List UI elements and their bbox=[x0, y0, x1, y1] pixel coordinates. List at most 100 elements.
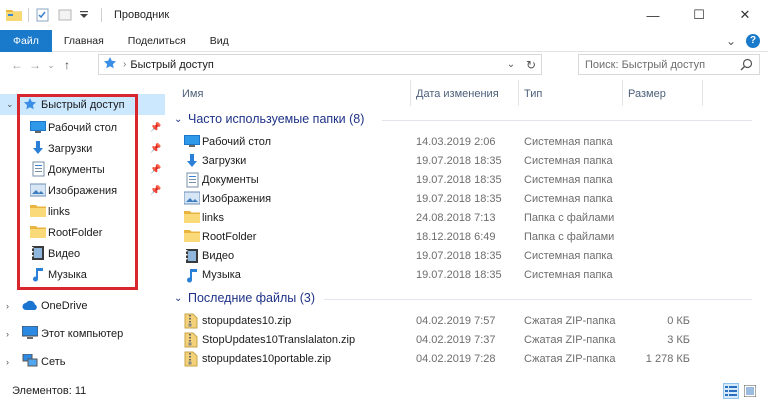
sidebar-item-label: Этот компьютер bbox=[41, 327, 124, 340]
breadcrumb-quick-access[interactable]: Быстрый доступ bbox=[130, 59, 214, 71]
list-item[interactable]: stopupdates10.zip 04.02.2019 7:57 Сжатая… bbox=[172, 312, 762, 331]
group-title: Часто используемые папки (8) bbox=[188, 112, 365, 126]
column-divider[interactable] bbox=[702, 80, 703, 106]
list-item[interactable]: Видео 19.07.2018 18:35 Системная папка bbox=[172, 247, 762, 266]
collapse-arrow-icon[interactable]: ⌄ bbox=[6, 99, 14, 110]
refresh-icon[interactable]: ↻ bbox=[521, 58, 541, 72]
sidebar-item-quick-access[interactable]: ⌄ Быстрый доступ bbox=[0, 94, 165, 115]
download-icon bbox=[184, 153, 200, 169]
pictures-icon bbox=[183, 191, 201, 207]
tab-view[interactable]: Вид bbox=[198, 30, 241, 52]
music-icon bbox=[184, 267, 200, 283]
file-name: Видео bbox=[202, 250, 235, 262]
list-item[interactable]: Документы 19.07.2018 18:35 Системная пап… bbox=[172, 171, 762, 190]
list-item[interactable]: Загрузки 19.07.2018 18:35 Системная папк… bbox=[172, 152, 762, 171]
music-icon bbox=[30, 266, 46, 282]
minimize-button[interactable]: — bbox=[630, 0, 676, 30]
zip-icon bbox=[184, 351, 200, 367]
column-name[interactable]: Имя bbox=[182, 82, 203, 106]
list-item[interactable]: Музыка 19.07.2018 18:35 Системная папка bbox=[172, 266, 762, 285]
pin-icon[interactable]: 📌 bbox=[150, 122, 161, 133]
list-item[interactable]: StopUpdates10Translalaton.zip 04.02.2019… bbox=[172, 331, 762, 350]
file-name: stopupdates10.zip bbox=[202, 315, 292, 327]
pin-icon[interactable]: 📌 bbox=[150, 185, 161, 196]
list-item[interactable]: Рабочий стол 14.03.2019 2:06 Системная п… bbox=[172, 133, 762, 152]
toolbar-divider bbox=[28, 8, 29, 22]
list-item[interactable]: stopupdates10portable.zip 04.02.2019 7:2… bbox=[172, 350, 762, 369]
details-view-icon[interactable] bbox=[723, 383, 739, 399]
sidebar-item-documents[interactable]: Документы 📌 bbox=[0, 159, 165, 180]
recent-locations-button[interactable]: ⌄ bbox=[44, 54, 58, 76]
file-type: Системная папка bbox=[524, 193, 613, 205]
file-date: 19.07.2018 18:35 bbox=[416, 155, 502, 167]
desktop-icon bbox=[184, 134, 200, 150]
new-folder-icon[interactable] bbox=[57, 8, 73, 22]
list-item[interactable]: RootFolder 18.12.2018 6:49 Папка с файла… bbox=[172, 228, 762, 247]
ribbon-tabs: Файл Главная Поделиться Вид ⌄ ? bbox=[0, 29, 768, 52]
column-type[interactable]: Тип bbox=[524, 82, 542, 106]
pin-icon[interactable]: 📌 bbox=[150, 143, 161, 154]
customize-toolbar-icon[interactable] bbox=[79, 8, 95, 22]
address-dropdown-icon[interactable]: ⌄ bbox=[501, 59, 521, 70]
column-divider[interactable] bbox=[518, 80, 519, 106]
column-divider[interactable] bbox=[410, 80, 411, 106]
group-header-recent[interactable]: ⌄ Последние файлы (3) bbox=[172, 289, 315, 307]
file-date: 24.08.2018 7:13 bbox=[416, 212, 496, 224]
list-item[interactable]: links 24.08.2018 7:13 Папка с файлами bbox=[172, 209, 762, 228]
help-icon[interactable]: ? bbox=[746, 34, 760, 48]
list-item[interactable]: Изображения 19.07.2018 18:35 Системная п… bbox=[172, 190, 762, 209]
group-header-frequent[interactable]: ⌄ Часто используемые папки (8) bbox=[172, 110, 364, 128]
pin-icon[interactable]: 📌 bbox=[150, 164, 161, 175]
tab-share[interactable]: Поделиться bbox=[116, 30, 198, 52]
view-switcher bbox=[723, 383, 758, 399]
column-divider[interactable] bbox=[622, 80, 623, 106]
address-bar[interactable]: › Быстрый доступ ⌄ ↻ bbox=[98, 54, 542, 75]
file-date: 14.03.2019 2:06 bbox=[416, 136, 496, 148]
sidebar-item-label: Видео bbox=[48, 247, 81, 260]
up-button[interactable]: ↑ bbox=[58, 54, 76, 76]
sidebar-item-this-pc[interactable]: › Этот компьютер bbox=[0, 323, 165, 344]
tab-home[interactable]: Главная bbox=[52, 30, 116, 52]
navigation-pane: ⌄ Быстрый доступ Рабочий стол 📌 Загрузки… bbox=[0, 90, 170, 380]
maximize-button[interactable]: ☐ bbox=[676, 0, 722, 30]
sidebar-item-links[interactable]: links bbox=[0, 201, 165, 222]
expand-ribbon-icon[interactable]: ⌄ bbox=[726, 34, 736, 48]
file-type: Сжатая ZIP-папка bbox=[524, 353, 616, 365]
sidebar-item-videos[interactable]: Видео bbox=[0, 243, 165, 264]
collapse-group-icon[interactable]: ⌄ bbox=[174, 114, 188, 125]
breadcrumb-chevron[interactable]: › bbox=[123, 59, 126, 70]
expand-arrow-icon[interactable]: › bbox=[6, 301, 9, 311]
file-name: Музыка bbox=[202, 269, 241, 281]
file-date: 04.02.2019 7:57 bbox=[416, 315, 496, 327]
expand-arrow-icon[interactable]: › bbox=[6, 329, 9, 339]
column-size[interactable]: Размер bbox=[628, 82, 666, 106]
sidebar-item-onedrive[interactable]: › OneDrive bbox=[0, 295, 165, 316]
sidebar-item-downloads[interactable]: Загрузки 📌 bbox=[0, 138, 165, 159]
download-icon bbox=[30, 140, 46, 156]
sidebar-item-music[interactable]: Музыка bbox=[0, 264, 165, 285]
large-icons-view-icon[interactable] bbox=[742, 383, 758, 399]
sidebar-item-desktop[interactable]: Рабочий стол 📌 bbox=[0, 117, 165, 138]
sidebar-item-rootfolder[interactable]: RootFolder bbox=[0, 222, 165, 243]
explorer-folder-icon[interactable] bbox=[6, 8, 22, 22]
folder-icon bbox=[30, 204, 46, 220]
search-box[interactable] bbox=[578, 54, 760, 75]
sidebar-item-network[interactable]: › Сеть bbox=[0, 351, 165, 372]
expand-arrow-icon[interactable]: › bbox=[6, 357, 9, 367]
file-type: Сжатая ZIP-папка bbox=[524, 334, 616, 346]
search-icon[interactable] bbox=[740, 58, 753, 71]
column-date[interactable]: Дата изменения bbox=[416, 82, 499, 106]
properties-icon[interactable] bbox=[35, 8, 51, 22]
search-input[interactable] bbox=[585, 58, 735, 71]
sidebar-item-label: RootFolder bbox=[48, 226, 103, 239]
collapse-group-icon[interactable]: ⌄ bbox=[174, 293, 188, 304]
file-type: Системная папка bbox=[524, 269, 613, 281]
tab-file[interactable]: Файл bbox=[0, 29, 52, 52]
close-button[interactable]: ✕ bbox=[722, 0, 768, 30]
back-button[interactable]: ← bbox=[8, 54, 26, 76]
file-date: 19.07.2018 18:35 bbox=[416, 250, 502, 262]
forward-button[interactable]: → bbox=[26, 54, 44, 76]
video-icon bbox=[30, 245, 46, 261]
file-name: Изображения bbox=[202, 193, 272, 205]
sidebar-item-pictures[interactable]: Изображения 📌 bbox=[0, 180, 165, 201]
